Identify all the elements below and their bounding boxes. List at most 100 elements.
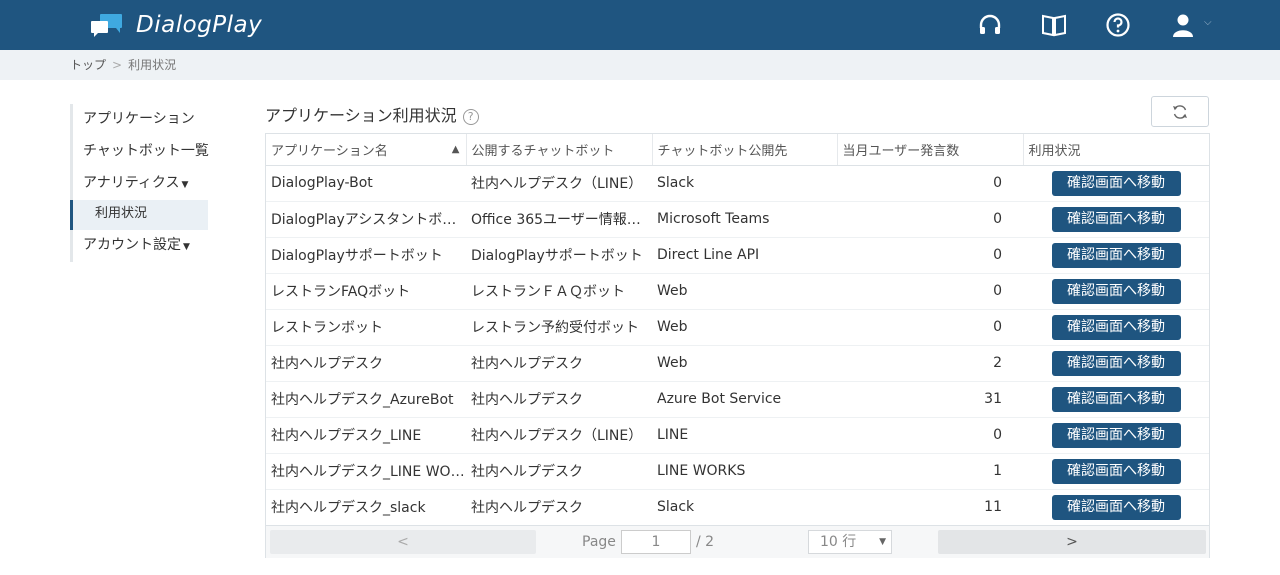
cell-app-name: レストランボット bbox=[266, 309, 466, 346]
cell-count: 2 bbox=[837, 345, 1023, 382]
refresh-icon bbox=[1173, 104, 1187, 119]
column-header-label: アプリケーション名 bbox=[271, 143, 388, 159]
go-to-detail-button[interactable]: 確認画面へ移動 bbox=[1051, 458, 1181, 484]
sort-asc-icon: ▲ bbox=[451, 144, 460, 155]
column-header-bot[interactable]: 公開するチャットボット bbox=[466, 134, 653, 166]
cell-action: 確認画面へ移動 bbox=[1023, 237, 1209, 274]
cell-action: 確認画面へ移動 bbox=[1023, 453, 1209, 490]
table-row: レストランFAQボット レストランＦＡＱボット Web 0 確認画面へ移動 bbox=[266, 273, 1209, 310]
help-circle-icon[interactable] bbox=[1105, 12, 1131, 38]
table-row: 社内ヘルプデスク_LINE WORKS 社内ヘルプデスク LINE WORKS … bbox=[266, 453, 1209, 490]
sidebar-item-chatbot-list[interactable]: チャットボット一覧 bbox=[70, 136, 209, 168]
prev-page-button[interactable]: < bbox=[270, 530, 536, 554]
go-to-detail-button[interactable]: 確認画面へ移動 bbox=[1051, 206, 1181, 232]
table-row: 社内ヘルプデスク_AzureBot 社内ヘルプデスク Azure Bot Ser… bbox=[266, 381, 1209, 418]
cell-app-name: DialogPlayアシスタントボット bbox=[266, 201, 466, 238]
cell-bot: 社内ヘルプデスク bbox=[466, 453, 652, 490]
page-number-input[interactable] bbox=[621, 530, 691, 554]
column-header-status[interactable]: 利用状況 bbox=[1023, 134, 1209, 166]
cell-count: 0 bbox=[837, 309, 1023, 346]
app-name: DialogPlay bbox=[136, 12, 263, 38]
column-header-label: チャットボット公開先 bbox=[657, 143, 788, 159]
cell-target: LINE bbox=[652, 417, 837, 454]
chat-bubbles-icon bbox=[91, 14, 122, 37]
cell-action: 確認画面へ移動 bbox=[1023, 381, 1209, 418]
sidebar-item-analytics[interactable]: アナリティクス ▼ bbox=[70, 168, 208, 200]
page-total: / 2 bbox=[696, 534, 715, 550]
sidebar-item-usage[interactable]: 利用状況 bbox=[70, 200, 208, 230]
go-to-detail-button[interactable]: 確認画面へ移動 bbox=[1051, 494, 1181, 520]
column-header-label: 利用状況 bbox=[1028, 143, 1081, 159]
cell-target: Slack bbox=[652, 165, 837, 202]
go-to-detail-button[interactable]: 確認画面へ移動 bbox=[1051, 350, 1181, 376]
sidebar-item-applications[interactable]: アプリケーション bbox=[70, 104, 208, 136]
cell-action: 確認画面へ移動 bbox=[1023, 201, 1209, 238]
breadcrumb-separator: > bbox=[112, 58, 123, 72]
sidebar-item-label: アナリティクス bbox=[83, 175, 180, 191]
app-logo[interactable]: DialogPlay bbox=[90, 10, 262, 40]
cell-bot: レストランＦＡＱボット bbox=[466, 273, 652, 310]
cell-bot: 社内ヘルプデスク bbox=[466, 489, 652, 526]
sidebar-item-label: アカウント設定 bbox=[83, 237, 181, 253]
breadcrumb-home-link[interactable]: トップ bbox=[70, 58, 106, 72]
cell-count: 0 bbox=[837, 237, 1023, 274]
go-to-detail-button[interactable]: 確認画面へ移動 bbox=[1051, 314, 1181, 340]
top-header: DialogPlay ⌵ bbox=[0, 0, 1280, 50]
sidebar-item-account-settings[interactable]: アカウント設定 ▼ bbox=[70, 230, 208, 262]
cell-bot: DialogPlayサポートボット bbox=[466, 237, 652, 274]
cell-bot: 社内ヘルプデスク bbox=[466, 381, 652, 418]
cell-count: 1 bbox=[837, 453, 1023, 490]
go-to-detail-button[interactable]: 確認画面へ移動 bbox=[1051, 422, 1181, 448]
page-title-text: アプリケーション利用状況 bbox=[265, 106, 457, 125]
table-row: 社内ヘルプデスク_LINE 社内ヘルプデスク（LINE） LINE 0 確認画面… bbox=[266, 417, 1209, 454]
dropdown-arrow-icon: ▼ bbox=[879, 537, 886, 547]
cell-app-name: 社内ヘルプデスク_LINE bbox=[266, 417, 466, 454]
cell-action: 確認画面へ移動 bbox=[1023, 345, 1209, 382]
cell-target: Azure Bot Service bbox=[652, 381, 837, 418]
column-header-target[interactable]: チャットボット公開先 bbox=[652, 134, 838, 166]
sidebar-nav: アプリケーション チャットボット一覧 アナリティクス ▼ 利用状況 アカウント設定… bbox=[70, 104, 209, 262]
caret-down-icon: ▼ bbox=[181, 180, 189, 190]
pagination-bar: < Page / 2 10 行 ▼ > bbox=[266, 525, 1209, 558]
cell-count: 0 bbox=[837, 273, 1023, 310]
cell-count: 0 bbox=[837, 201, 1023, 238]
rows-per-page-select[interactable]: 10 行 ▼ bbox=[808, 530, 892, 554]
column-header-count[interactable]: 当月ユーザー発言数 bbox=[837, 134, 1024, 166]
cell-app-name: 社内ヘルプデスク_LINE WORKS bbox=[266, 453, 466, 490]
go-to-detail-button[interactable]: 確認画面へ移動 bbox=[1051, 278, 1181, 304]
cell-target: Slack bbox=[652, 489, 837, 526]
table-row: DialogPlayアシスタントボット Office 365ユーザー情報アシスタ… bbox=[266, 201, 1209, 238]
cell-app-name: DialogPlayサポートボット bbox=[266, 237, 466, 274]
sidebar-item-label: アプリケーション bbox=[83, 111, 195, 127]
cell-target: Direct Line API bbox=[652, 237, 837, 274]
user-menu-chevron-down-icon[interactable]: ⌵ bbox=[1204, 17, 1212, 28]
cell-target: Microsoft Teams bbox=[652, 201, 837, 238]
page-label: Page bbox=[582, 534, 616, 550]
refresh-button[interactable] bbox=[1151, 96, 1209, 127]
cell-target: Web bbox=[652, 309, 837, 346]
help-icon[interactable]: ? bbox=[462, 108, 479, 125]
cell-bot: レストラン予約受付ボット bbox=[466, 309, 652, 346]
breadcrumb-current: 利用状況 bbox=[128, 58, 177, 72]
column-header-label: 当月ユーザー発言数 bbox=[842, 143, 960, 159]
cell-action: 確認画面へ移動 bbox=[1023, 489, 1209, 526]
cell-count: 0 bbox=[837, 417, 1023, 454]
cell-count: 11 bbox=[837, 489, 1023, 526]
table-row: 社内ヘルプデスク_slack 社内ヘルプデスク Slack 11 確認画面へ移動 bbox=[266, 489, 1209, 526]
sidebar-item-label: 利用状況 bbox=[95, 206, 148, 221]
next-page-button[interactable]: > bbox=[938, 530, 1206, 554]
headset-icon[interactable] bbox=[977, 12, 1003, 38]
cell-target: Web bbox=[652, 345, 837, 382]
page-title: アプリケーション利用状況? bbox=[265, 102, 479, 126]
rows-per-page-value: 10 行 bbox=[820, 534, 857, 550]
cell-action: 確認画面へ移動 bbox=[1023, 417, 1209, 454]
go-to-detail-button[interactable]: 確認画面へ移動 bbox=[1051, 170, 1181, 196]
go-to-detail-button[interactable]: 確認画面へ移動 bbox=[1051, 242, 1181, 268]
book-icon[interactable] bbox=[1041, 12, 1067, 38]
go-to-detail-button[interactable]: 確認画面へ移動 bbox=[1051, 386, 1181, 412]
user-icon[interactable] bbox=[1170, 12, 1196, 38]
cell-app-name: 社内ヘルプデスク_AzureBot bbox=[266, 381, 466, 418]
cell-count: 31 bbox=[837, 381, 1023, 418]
column-header-app-name[interactable]: アプリケーション名 ▲ bbox=[266, 134, 467, 166]
sidebar-item-label: チャットボット一覧 bbox=[83, 143, 209, 159]
